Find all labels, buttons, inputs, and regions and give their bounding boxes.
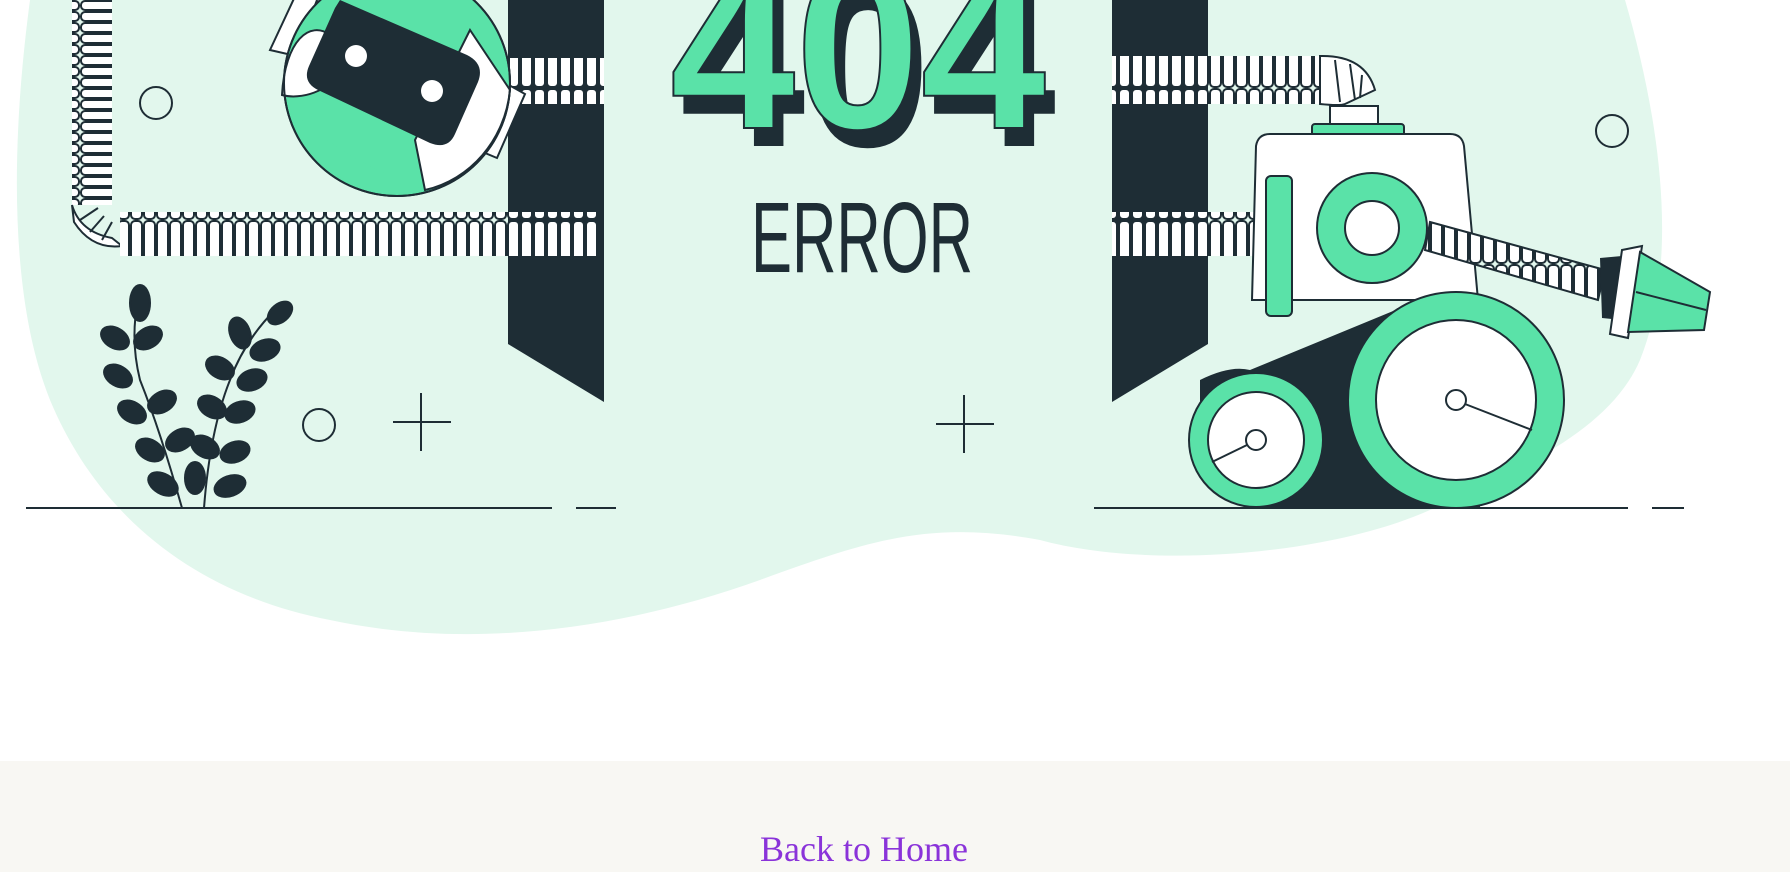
error-label: ERROR: [751, 182, 973, 294]
error-code-shadow: 404: [670, 0, 1046, 177]
hose-left-horizontal: [120, 212, 600, 256]
back-to-home-link[interactable]: Back to Home: [0, 822, 1728, 876]
hose-left-vertical: [72, 0, 112, 205]
error-illustration: 404 404 ERROR: [0, 0, 1790, 761]
